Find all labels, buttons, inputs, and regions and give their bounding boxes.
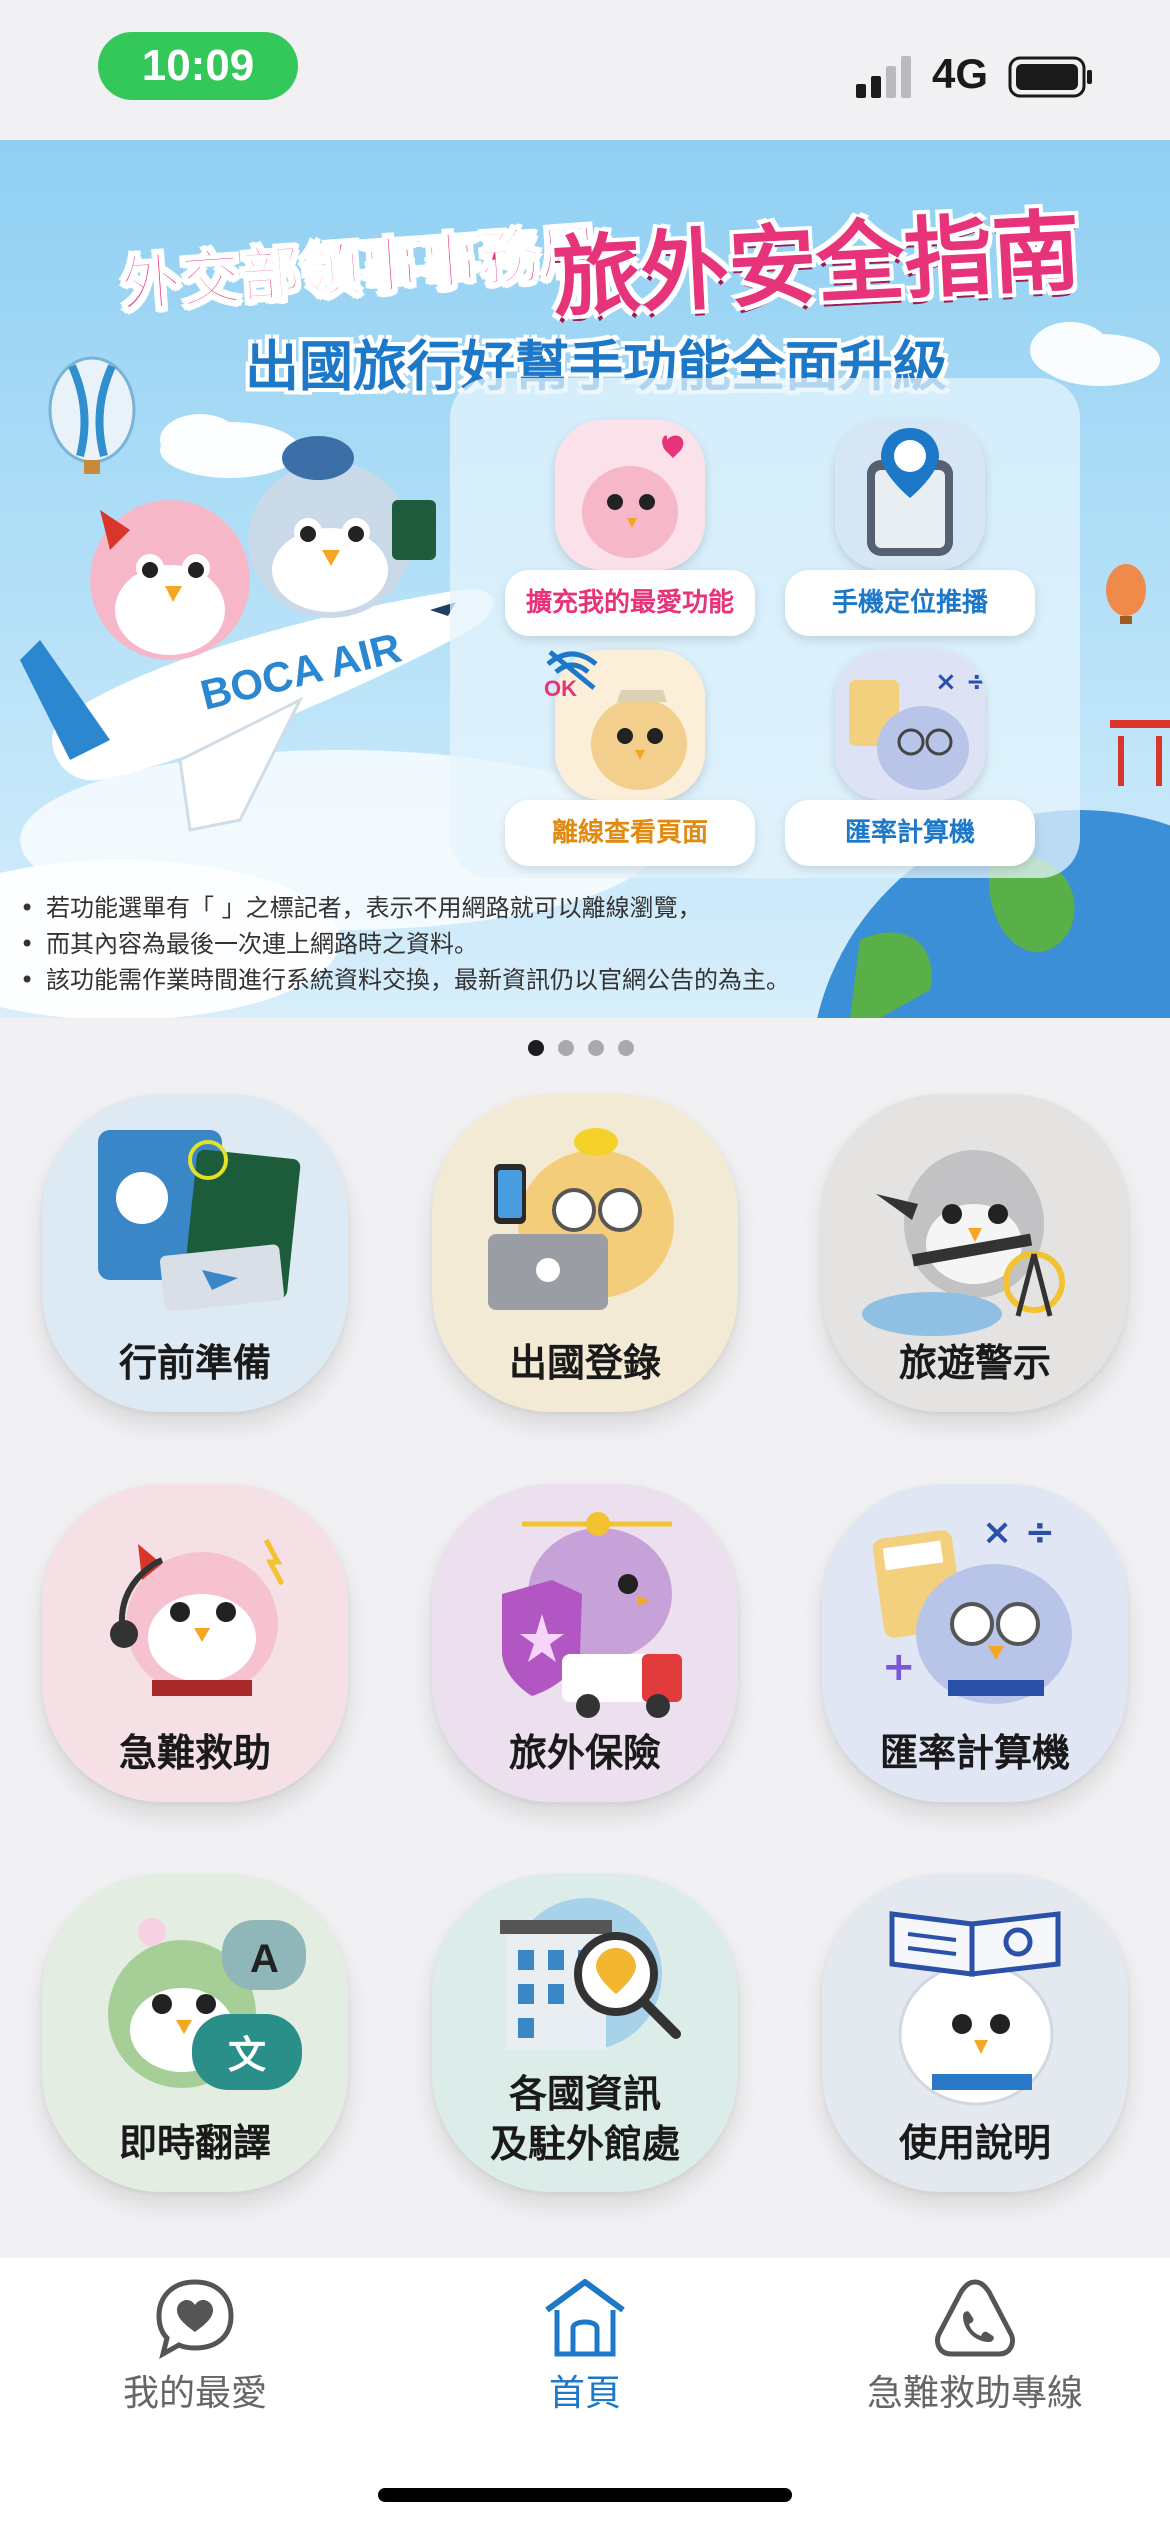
heart-owl-icon (555, 420, 705, 570)
nav-emergency-hotline[interactable]: 急難救助專線 (780, 2276, 1170, 2426)
banner-note: 而其內容為最後一次連上網路時之資料。 (20, 926, 820, 962)
tile-exchange-calculator[interactable]: × ÷ + 匯率計算機 (822, 1484, 1128, 1802)
pink-owl-mascot-icon (90, 500, 250, 660)
tile-label: 即時翻譯 (118, 2123, 271, 2165)
feature-panel: 擴充我的最愛功能 手機定位推播 離線查看頁面 × ÷ 匯率計算機 (450, 378, 1080, 878)
svg-text:OK: OK (544, 676, 577, 698)
tile-label: 行前準備 (118, 1343, 271, 1385)
tile-label: 急難救助 (118, 1733, 271, 1775)
home-icon (545, 2279, 625, 2357)
offline-wifi-icon: OK (544, 650, 598, 698)
banner-note: 該功能需作業時間進行系統資料交換，最新資訊仍以官網公告的為主。 (20, 962, 820, 998)
tile-travel-registration[interactable]: 出國登錄 (432, 1094, 738, 1412)
tile-label-line1: 各國資訊 (508, 2074, 661, 2116)
tile-travel-insurance[interactable]: 旅外保險 (432, 1484, 738, 1802)
feature-location: 手機定位推播 (785, 420, 1035, 660)
banner-notes: 若功能選單有「 」之標記者，表示不用網路就可以離線瀏覽， 而其內容為最後一次連上… (20, 890, 820, 998)
feature-favorites: 擴充我的最愛功能 (505, 420, 755, 660)
tile-instant-translation[interactable]: A 文 即時翻譯 (42, 1874, 348, 2192)
tile-label-line2: 及駐外館處 (489, 2124, 680, 2166)
promo-banner[interactable]: BOCA AIR 外交部領事事務局 旅外安全指南 出國旅行好幫手功能全面升級 擴… (0, 140, 1170, 1018)
home-indicator (378, 2488, 792, 2502)
tile-country-info[interactable]: 各國資訊 及駐外館處 (432, 1874, 738, 2192)
page-dot[interactable] (588, 1040, 604, 1056)
tile-label: 旅外保險 (508, 1733, 661, 1775)
nav-label: 急難救助專線 (866, 2372, 1083, 2413)
tile-label: 出國登錄 (508, 1343, 661, 1385)
tile-travel-warning[interactable]: 旅遊警示 (822, 1094, 1128, 1412)
status-bar: 10:09 4G (0, 0, 1170, 140)
banner-note: 若功能選單有「 」之標記者，表示不用網路就可以離線瀏覽， (20, 890, 820, 926)
page-dot[interactable] (558, 1040, 574, 1056)
nav-label: 我的最愛 (122, 2372, 267, 2413)
nav-favorites[interactable]: 我的最愛 (0, 2276, 390, 2426)
svg-text:+: + (882, 1644, 916, 1690)
page-dot-active[interactable] (528, 1040, 544, 1056)
feature-label: 擴充我的最愛功能 (505, 570, 755, 636)
tile-label: 各國資訊 及駐外館處 (432, 2070, 738, 2170)
network-type: 4G (932, 50, 989, 97)
location-pin-icon (835, 420, 985, 570)
tile-label: 旅遊警示 (898, 1343, 1051, 1385)
svg-text:A: A (250, 1937, 279, 1981)
nav-home[interactable]: 首頁 (390, 2276, 780, 2426)
feature-label: 手機定位推播 (785, 570, 1035, 636)
feature-exchange: × ÷ 匯率計算機 (785, 650, 1035, 890)
status-time: 10:09 (98, 32, 298, 100)
page-dot[interactable] (618, 1040, 634, 1056)
feature-label: 離線查看頁面 (505, 800, 755, 866)
feature-label: 匯率計算機 (785, 800, 1035, 866)
svg-text:× ÷: × ÷ (935, 667, 985, 697)
svg-text:× ÷: × ÷ (982, 1512, 1055, 1553)
battery-icon (1008, 56, 1092, 98)
tile-label: 使用說明 (898, 2123, 1051, 2165)
calculator-icon: × ÷ (835, 650, 985, 800)
signal-icon (856, 56, 911, 98)
tile-user-guide[interactable]: 使用說明 (822, 1874, 1128, 2192)
tile-pre-departure[interactable]: 行前準備 (42, 1094, 348, 1412)
tile-emergency-assistance[interactable]: 急難救助 (42, 1484, 348, 1802)
svg-text:文: 文 (228, 2033, 266, 2077)
heart-chat-icon (156, 2279, 234, 2360)
page-indicator[interactable] (528, 1040, 634, 1060)
nav-label: 首頁 (548, 2372, 621, 2413)
hot-air-balloon-icon (48, 356, 136, 474)
tile-label: 匯率計算機 (879, 1733, 1070, 1775)
phone-triangle-icon (935, 2279, 1015, 2357)
